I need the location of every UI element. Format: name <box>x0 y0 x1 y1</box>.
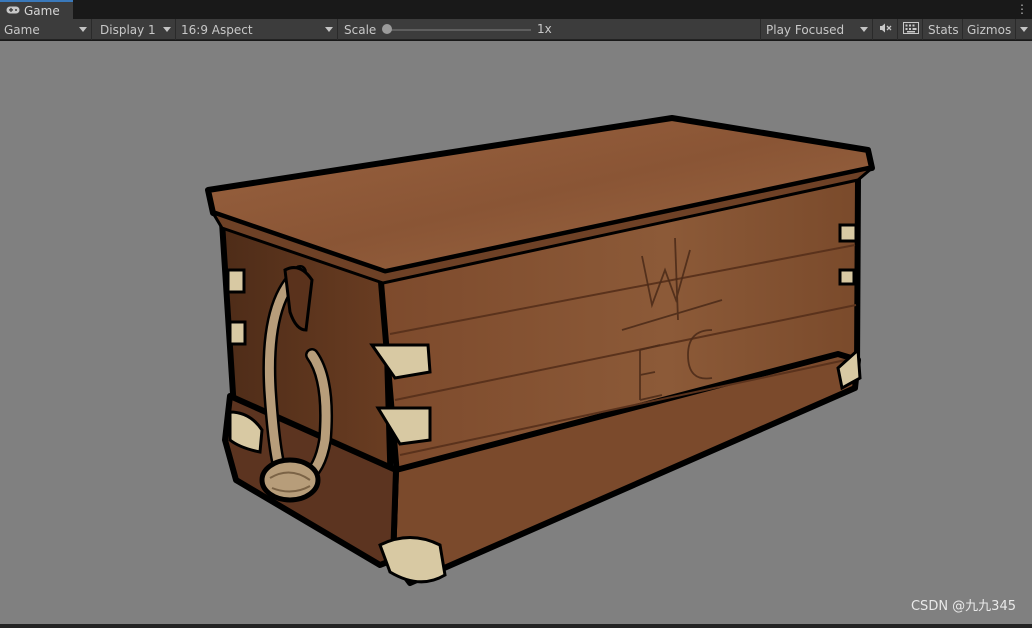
kebab-menu-icon[interactable]: ⋮ <box>1016 1 1028 17</box>
view-mode-dropdown[interactable]: Game <box>0 19 92 40</box>
chevron-down-icon <box>163 27 171 32</box>
tab-game[interactable]: Game <box>0 0 73 19</box>
play-mode-label: Play Focused <box>766 22 845 37</box>
display-label: Display 1 <box>100 22 156 37</box>
shortcuts-button[interactable] <box>899 19 923 40</box>
scale-control: Scale 1x <box>339 19 761 40</box>
tab-label: Game <box>24 3 60 18</box>
chevron-down-icon <box>860 27 868 32</box>
chevron-down-icon[interactable] <box>1020 27 1028 32</box>
game-viewport[interactable]: CSDN @九九345 <box>0 41 1032 624</box>
play-mode-dropdown[interactable]: Play Focused <box>762 19 873 40</box>
game-toolbar: Game Display 1 16:9 Aspect Scale 1x Play… <box>0 19 1032 40</box>
scale-slider-track[interactable] <box>385 29 531 31</box>
gizmos-dropdown[interactable]: Gizmos <box>963 19 1032 40</box>
scale-label: Scale <box>344 22 377 37</box>
stats-label: Stats <box>928 22 959 37</box>
stats-button[interactable]: Stats <box>924 19 963 40</box>
gamepad-icon <box>6 4 20 18</box>
chevron-down-icon <box>79 27 87 32</box>
gizmos-divider <box>1015 19 1016 40</box>
wooden-chest-render <box>205 115 875 586</box>
view-mode-label: Game <box>4 22 40 37</box>
scale-slider-thumb[interactable] <box>382 24 392 34</box>
display-dropdown[interactable]: Display 1 <box>96 19 176 40</box>
bottom-border <box>0 624 1032 628</box>
aspect-label: 16:9 Aspect <box>181 22 253 37</box>
tab-bar: Game ⋮ <box>0 0 1032 19</box>
keyboard-shortcuts-icon <box>902 22 919 37</box>
scale-value: 1x <box>537 22 552 36</box>
audio-mute-icon <box>879 22 893 37</box>
gizmos-label: Gizmos <box>967 22 1012 37</box>
aspect-dropdown[interactable]: 16:9 Aspect <box>177 19 338 40</box>
chevron-down-icon <box>325 27 333 32</box>
mute-audio-button[interactable] <box>874 19 898 40</box>
watermark: CSDN @九九345 <box>910 599 1016 614</box>
